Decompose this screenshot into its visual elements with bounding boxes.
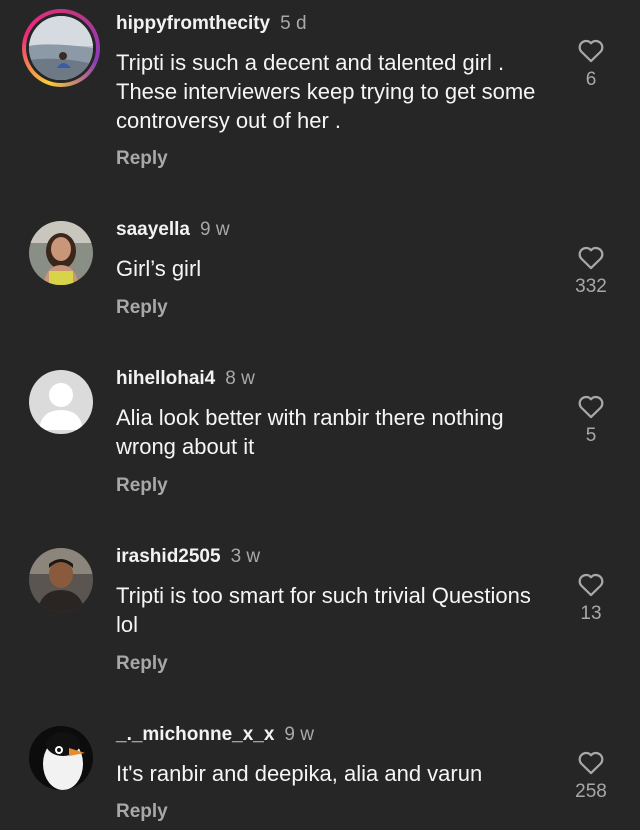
timestamp: 5 d xyxy=(280,13,307,34)
like-count: 6 xyxy=(585,69,597,90)
heart-outline-icon xyxy=(565,393,617,419)
like-count: 13 xyxy=(580,603,602,624)
avatar[interactable] xyxy=(22,9,100,87)
avatar[interactable] xyxy=(29,726,93,790)
username[interactable]: hippyfromthecity xyxy=(116,13,270,34)
timestamp: 3 w xyxy=(230,546,261,567)
timestamp: 8 w xyxy=(225,368,255,389)
heart-outline-icon xyxy=(565,571,617,597)
avatar[interactable] xyxy=(29,370,93,434)
timestamp: 9 w xyxy=(199,219,230,240)
heart-outline-icon xyxy=(565,37,617,63)
comment-text: Girl’s girl xyxy=(116,256,202,281)
like-button[interactable]: 5 xyxy=(565,393,617,447)
reply-button[interactable]: Reply xyxy=(116,653,168,675)
avatar[interactable] xyxy=(29,221,93,285)
reply-button[interactable]: Reply xyxy=(116,475,168,497)
avatar[interactable] xyxy=(29,548,93,612)
reply-button[interactable]: Reply xyxy=(116,297,168,319)
username[interactable]: _._michonne_x_x xyxy=(116,724,274,745)
like-count: 5 xyxy=(585,425,597,446)
username[interactable]: saayella xyxy=(116,219,190,240)
comment-text: Alia look better with ranbir there nothi… xyxy=(116,405,504,459)
like-button[interactable]: 6 xyxy=(565,37,617,91)
comment-text: It's ranbir and deepika, alia and varun xyxy=(116,761,483,786)
timestamp: 9 w xyxy=(284,724,314,745)
like-count: 332 xyxy=(575,276,607,297)
like-button[interactable]: 258 xyxy=(565,749,617,803)
like-count: 258 xyxy=(575,781,607,802)
heart-outline-icon xyxy=(565,244,617,270)
heart-outline-icon xyxy=(565,749,617,775)
reply-button[interactable]: Reply xyxy=(116,801,168,823)
username[interactable]: irashid2505 xyxy=(116,546,221,567)
comment-text: Tripti is too smart for such trivial Que… xyxy=(116,583,531,637)
reply-button[interactable]: Reply xyxy=(116,148,168,170)
comment-text: Tripti is such a decent and talented gir… xyxy=(116,50,536,133)
like-button[interactable]: 332 xyxy=(565,244,617,298)
username[interactable]: hihellohai4 xyxy=(116,368,215,389)
like-button[interactable]: 13 xyxy=(565,571,617,625)
